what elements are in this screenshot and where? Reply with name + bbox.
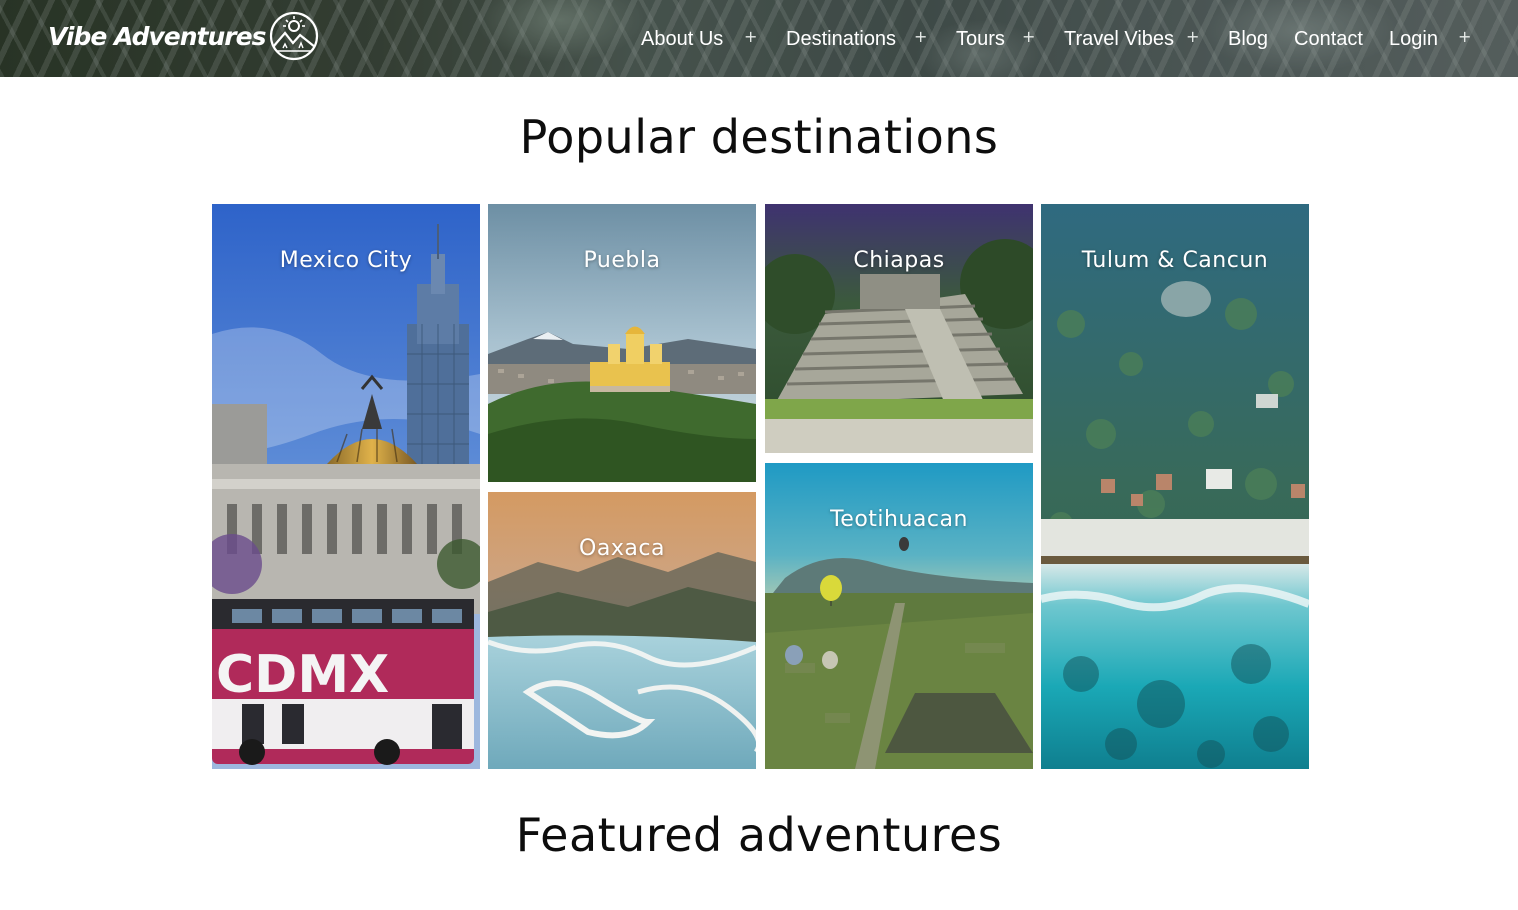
plus-icon[interactable]: + [1022,27,1035,46]
featured-adventures-heading: Featured adventures [515,808,1003,862]
nav-tours[interactable]: Tours [956,25,1005,53]
plus-icon[interactable]: + [1186,27,1199,46]
oaxaca-image [488,492,756,769]
destination-tile-tulum-cancun[interactable]: Tulum & Cancun [1041,204,1309,769]
tulum-cancun-image [1041,204,1309,769]
destination-tile-oaxaca[interactable]: Oaxaca [488,492,756,769]
plus-icon[interactable]: + [744,27,757,46]
mexico-city-image: CDMX [212,204,480,769]
tile-label-teotihuacan: Teotihuacan [830,507,968,532]
nav-destinations[interactable]: Destinations [786,25,896,53]
tile-label-chiapas: Chiapas [853,248,945,273]
plus-icon[interactable]: + [1458,27,1471,46]
destination-tile-mexico-city[interactable]: CDMX Mexico City [212,204,480,769]
plus-icon[interactable]: + [914,27,927,46]
destination-tile-chiapas[interactable]: Chiapas [765,204,1033,453]
tile-label-mexico-city: Mexico City [279,248,413,273]
destination-tile-teotihuacan[interactable]: Teotihuacan [765,463,1033,769]
nav-about-us[interactable]: About Us [641,25,723,53]
nav-contact[interactable]: Contact [1294,25,1363,53]
tile-label-puebla: Puebla [583,248,661,273]
nav-travel-vibes[interactable]: Travel Vibes [1064,25,1174,53]
popular-destinations-heading: Popular destinations [519,110,999,164]
puebla-image [488,204,756,482]
site-header: Vibe Adventures About Us + Destinations … [0,0,1518,77]
main-nav: About Us + Destinations + Tours + Travel… [0,0,1518,77]
nav-login[interactable]: Login [1389,25,1438,53]
chiapas-image [765,204,1033,453]
destination-tile-puebla[interactable]: Puebla [488,204,756,482]
tile-label-oaxaca: Oaxaca [579,536,665,561]
tile-label-tulum-cancun: Tulum & Cancun [1081,248,1269,273]
nav-blog[interactable]: Blog [1228,25,1268,53]
bus-cdmx-text: CDMX [216,645,389,705]
